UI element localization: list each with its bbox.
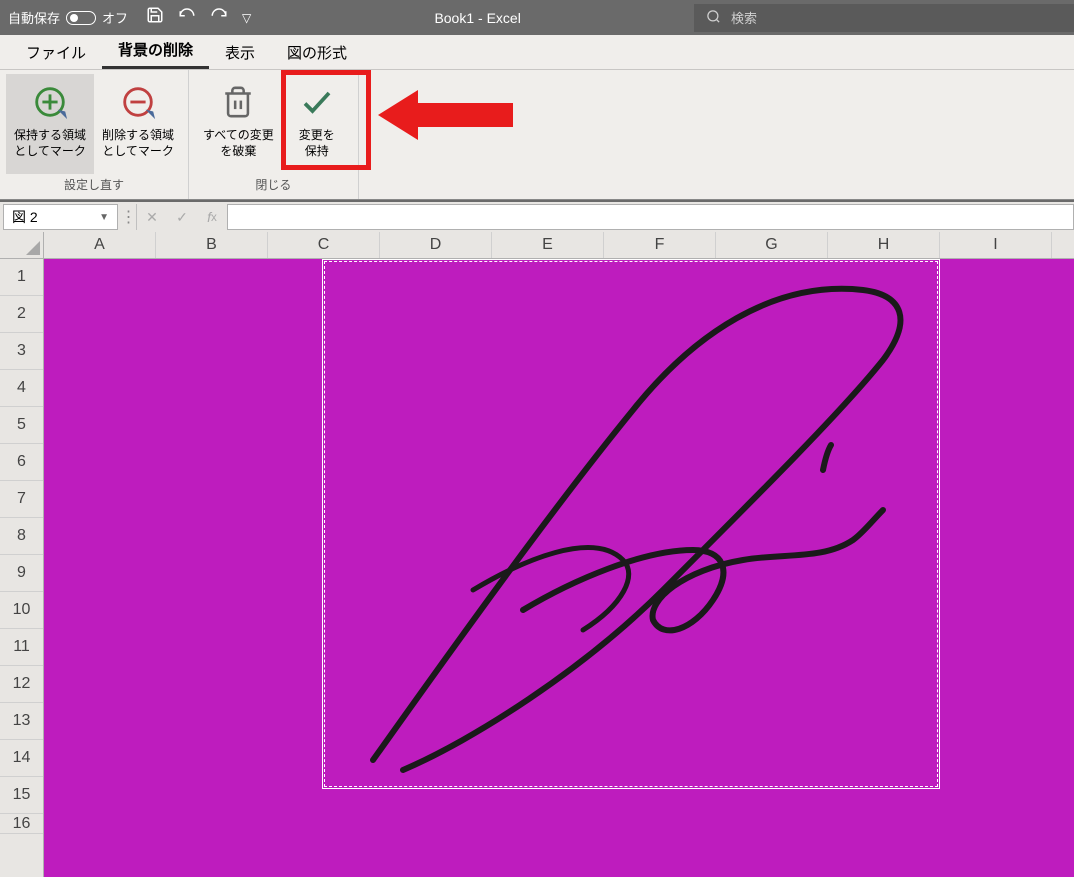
row-header[interactable]: 2 (0, 296, 43, 333)
mark-keep-icon (31, 80, 69, 124)
autosave-toggle-group[interactable]: 自動保存 オフ (0, 8, 136, 27)
search-icon (706, 9, 721, 27)
cancel-formula-button[interactable]: ✕ (137, 204, 167, 230)
row-header[interactable]: 1 (0, 259, 43, 296)
row-header[interactable]: 11 (0, 629, 43, 666)
keep-changes-icon (299, 80, 335, 124)
save-icon[interactable] (146, 6, 164, 29)
column-header[interactable]: D (380, 232, 492, 258)
spreadsheet-grid: A B C D E F G H I 1 2 3 4 5 6 7 8 9 10 1… (0, 232, 1074, 877)
row-header[interactable]: 5 (0, 407, 43, 444)
tab-file[interactable]: ファイル (10, 36, 102, 69)
mark-remove-icon (119, 80, 157, 124)
tab-picture-format[interactable]: 図の形式 (271, 36, 363, 69)
tab-view[interactable]: 表示 (209, 36, 271, 69)
select-all-button[interactable] (0, 232, 44, 258)
annotation-arrow (378, 85, 518, 150)
row-header[interactable]: 14 (0, 740, 43, 777)
column-header[interactable]: H (828, 232, 940, 258)
mark-remove-label: 削除する領域 としてマーク (102, 128, 174, 159)
row-headers: 1 2 3 4 5 6 7 8 9 10 11 12 13 14 15 16 (0, 259, 44, 877)
discard-icon (221, 80, 255, 124)
column-header[interactable]: C (268, 232, 380, 258)
keep-changes-button[interactable]: 変更を 保持 (282, 74, 352, 174)
insert-function-button[interactable]: fx (197, 204, 227, 230)
column-header[interactable]: G (716, 232, 828, 258)
row-header[interactable]: 9 (0, 555, 43, 592)
row-header[interactable]: 12 (0, 666, 43, 703)
row-header[interactable]: 15 (0, 777, 43, 814)
mark-keep-label: 保持する領域 としてマーク (14, 128, 86, 159)
undo-icon[interactable] (178, 6, 196, 29)
quick-access-toolbar: ▽ (136, 6, 261, 29)
window-title: Book1 - Excel (261, 10, 694, 26)
autosave-label: 自動保存 (8, 8, 60, 27)
autosave-toggle[interactable] (66, 11, 96, 25)
column-headers: A B C D E F G H I (0, 232, 1074, 259)
keep-changes-label: 変更を 保持 (299, 128, 335, 159)
ribbon-tabs: ファイル 背景の削除 表示 図の形式 (0, 35, 1074, 70)
name-box[interactable]: 図 2 ▼ (3, 204, 118, 230)
signature-graphic (343, 270, 923, 780)
customize-qat-icon[interactable]: ▽ (242, 11, 251, 25)
row-header[interactable]: 7 (0, 481, 43, 518)
ribbon-group-refine-label: 設定し直す (64, 174, 124, 195)
mark-areas-to-remove-button[interactable]: 削除する領域 としてマーク (94, 74, 182, 174)
ribbon: 保持する領域 としてマーク 削除する領域 としてマーク 設定し直す すべての変更… (0, 70, 1074, 200)
column-header[interactable]: F (604, 232, 716, 258)
ribbon-group-close: すべての変更 を破棄 変更を 保持 閉じる (189, 70, 359, 199)
mark-areas-to-keep-button[interactable]: 保持する領域 としてマーク (6, 74, 94, 174)
row-header[interactable]: 3 (0, 333, 43, 370)
enter-formula-button[interactable]: ✓ (167, 204, 197, 230)
chevron-down-icon[interactable]: ▼ (99, 212, 109, 223)
row-header[interactable]: 16 (0, 814, 43, 834)
row-header[interactable]: 6 (0, 444, 43, 481)
row-header[interactable]: 13 (0, 703, 43, 740)
name-box-value: 図 2 (12, 207, 38, 227)
column-header[interactable]: A (44, 232, 156, 258)
formula-bar-separator: ⋮ (121, 204, 137, 230)
discard-all-changes-button[interactable]: すべての変更 を破棄 (195, 74, 282, 174)
row-header[interactable]: 10 (0, 592, 43, 629)
column-header[interactable]: I (940, 232, 1052, 258)
ribbon-group-refine: 保持する領域 としてマーク 削除する領域 としてマーク 設定し直す (0, 70, 189, 199)
redo-icon[interactable] (210, 6, 228, 29)
row-header[interactable]: 8 (0, 518, 43, 555)
column-header[interactable]: B (156, 232, 268, 258)
search-placeholder: 検索 (731, 8, 757, 27)
cells-canvas[interactable] (44, 259, 1074, 877)
tab-background-removal[interactable]: 背景の削除 (102, 33, 209, 69)
formula-bar-area: 図 2 ▼ ⋮ ✕ ✓ fx (0, 200, 1074, 232)
formula-input[interactable] (227, 204, 1074, 230)
inserted-picture[interactable] (322, 259, 940, 789)
row-header[interactable]: 4 (0, 370, 43, 407)
ribbon-group-close-label: 閉じる (255, 174, 291, 195)
column-header[interactable]: E (492, 232, 604, 258)
autosave-state: オフ (102, 8, 128, 27)
discard-label: すべての変更 を破棄 (203, 128, 274, 159)
title-bar: 自動保存 オフ ▽ Book1 - Excel 検索 (0, 0, 1074, 35)
search-box[interactable]: 検索 (694, 4, 1074, 32)
